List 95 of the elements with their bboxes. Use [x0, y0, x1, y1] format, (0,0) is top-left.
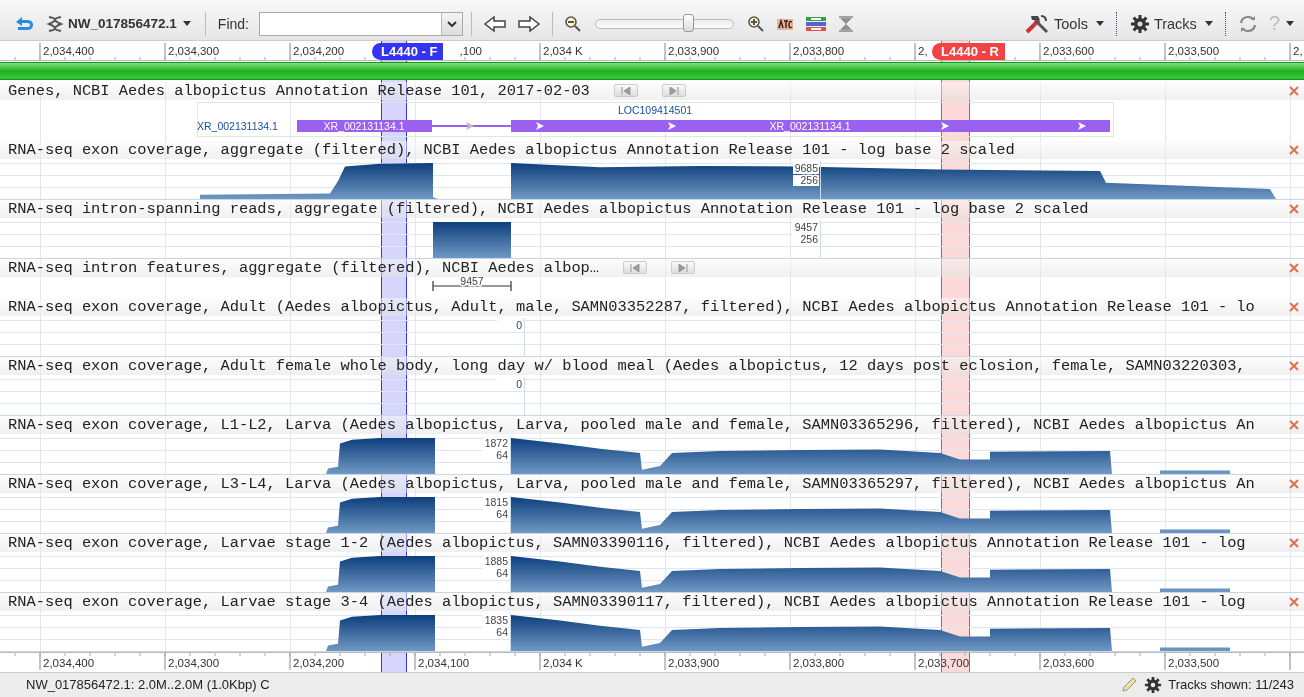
- ruler-label: 2,: [1293, 44, 1303, 57]
- ruler-label: ,100: [459, 44, 482, 57]
- tools-menu[interactable]: Tools: [1020, 13, 1108, 34]
- caret-icon: [1204, 21, 1213, 27]
- tracks-menu[interactable]: Tracks: [1125, 13, 1217, 34]
- next-page-button[interactable]: [661, 84, 686, 98]
- transcript-label[interactable]: XR_002131134.1: [769, 119, 851, 132]
- settings-icon: [1129, 13, 1150, 34]
- caret-icon[interactable]: [446, 20, 457, 27]
- scale-label: 1835: [484, 613, 508, 626]
- scale-label: 1872: [484, 436, 508, 449]
- ruler-label: 2,034,400: [43, 656, 95, 669]
- ruler-label: 2,034,400: [43, 44, 95, 57]
- ruler-label: 2,033,900: [668, 656, 720, 669]
- close-icon[interactable]: [1287, 535, 1301, 550]
- sequence-dropdown[interactable]: NW_017856472.1: [68, 16, 191, 32]
- sequence-icon: [46, 13, 64, 34]
- scale-label: 64: [496, 507, 508, 520]
- scale-label: 9457: [794, 220, 818, 233]
- skip-forward-icon: [668, 86, 679, 95]
- strand-arrow-icon: [668, 121, 676, 130]
- scale-label: 64: [496, 448, 508, 461]
- ruler-label: 2,034 K: [543, 656, 583, 669]
- scale-label: 0: [516, 318, 522, 331]
- marker-label[interactable]: L4440 - R: [932, 42, 1005, 60]
- track-title: RNA-seq exon coverage, Larvae stage 3-4 (Aedes albopictus, SAMN03390117, filtered), NCBI Aedes albopictus Annotation Release 101 - log: [8, 592, 1246, 611]
- track-title: RNA-seq exon coverage, Adult female whole body, long day w/ blood meal (Aedes albopictus, 12 days post eclosion, female, SAMN03220303,: [8, 356, 1246, 375]
- strand-arrow-icon: [466, 121, 474, 130]
- ruler-label: 2,033,800: [793, 44, 845, 57]
- track-title: RNA-seq exon coverage, L3-L4, Larva (Aedes albopictus, Larva, pooled male and female, SAMN03365297, filtered), NCBI Aedes albopictus An: [8, 474, 1255, 493]
- close-icon[interactable]: [1287, 260, 1301, 275]
- track-title: RNA-seq exon coverage, Larvae stage 1-2 (Aedes albopictus, SAMN03390116, filtered), NCBI Aedes albopictus Annotation Release 101 - log: [8, 533, 1246, 552]
- skip-back-icon: [630, 263, 641, 272]
- ruler-label: 2,033,600: [1043, 44, 1095, 57]
- ruler-label: 2,033,500: [1168, 656, 1220, 669]
- caret-icon: [1286, 21, 1294, 27]
- ruler-label: 2,034,300: [168, 656, 220, 669]
- track-title: RNA-seq intron features, aggregate (filtered), NCBI Aedes albop…: [8, 258, 600, 277]
- edit-icon[interactable]: [1120, 675, 1139, 694]
- exon-bar[interactable]: [297, 119, 432, 132]
- transcript-label[interactable]: XR_002131134.1: [323, 119, 405, 132]
- ruler-label: 2,033,800: [793, 656, 845, 669]
- ruler-label: 2,034 K: [543, 44, 583, 57]
- scale-label: 1885: [484, 554, 508, 567]
- close-icon[interactable]: [1287, 299, 1301, 314]
- ruler-label: 2,034,200: [293, 656, 345, 669]
- tracks-shown-text: Tracks shown: 11/243: [1168, 677, 1294, 693]
- find-label: Find:: [217, 15, 249, 32]
- feature-label: 9457: [460, 276, 484, 287]
- caret-icon: [1095, 21, 1104, 27]
- scale-label: 9685: [794, 161, 818, 174]
- ruler-label: 2,034,300: [168, 44, 220, 57]
- track-title: RNA-seq exon coverage, L1-L2, Larva (Aedes albopictus, Larva, pooled male and female, SAMN03365296, filtered), NCBI Aedes albopictus An: [8, 415, 1255, 434]
- strand-arrow-icon: [536, 121, 544, 130]
- ruler-label: 2,033,600: [1043, 656, 1095, 669]
- ruler-label: 2,: [918, 44, 928, 57]
- scale-label: 256: [800, 232, 818, 245]
- scale-label: 1815: [484, 495, 508, 508]
- close-icon[interactable]: [1287, 417, 1301, 432]
- gene-label[interactable]: LOC109414501: [617, 103, 693, 116]
- overview-bar[interactable]: [0, 61, 1304, 80]
- close-icon[interactable]: [1287, 476, 1301, 491]
- previous-page-button[interactable]: [623, 261, 648, 275]
- strand-arrow-icon: [941, 121, 949, 130]
- strand-arrow-icon: [1078, 121, 1086, 130]
- close-icon[interactable]: [1287, 83, 1301, 98]
- exon-bar[interactable]: [511, 119, 1110, 132]
- ruler-label: 2,034,100: [418, 656, 470, 669]
- scale-label: 64: [496, 625, 508, 638]
- skip-forward-icon: [678, 263, 689, 272]
- close-icon[interactable]: [1287, 594, 1301, 609]
- close-icon[interactable]: [1287, 142, 1301, 157]
- ruler-label: 2,034,200: [293, 44, 345, 57]
- skip-back-icon: [620, 86, 631, 95]
- track-title: RNA-seq intron-spanning reads, aggregate (filtered), NCBI Aedes albopictus Annotation Release 101 - log base 2 scaled: [8, 199, 1089, 218]
- ruler-label: 2,033,500: [1168, 44, 1220, 57]
- scale-label: 0: [516, 377, 522, 390]
- track-title: RNA-seq exon coverage, aggregate (filtered), NCBI Aedes albopictus Annotation Release 101 - log base 2 scaled: [8, 140, 1015, 159]
- marker-label[interactable]: L4440 - F: [372, 42, 444, 60]
- transcript-label[interactable]: XR_002131134.1: [197, 119, 278, 132]
- track-title: Genes, NCBI Aedes albopictus Annotation Release 101, 2017-02-03: [8, 81, 590, 100]
- next-page-button[interactable]: [671, 261, 696, 275]
- caret-icon: [182, 21, 191, 27]
- slider-thumb[interactable]: [682, 13, 694, 32]
- location-text: NW_017856472.1: 2.0M..2.0M (1.0Kbp) C: [26, 677, 270, 693]
- find-field[interactable]: [258, 11, 463, 36]
- ruler-label: 2,033,900: [668, 44, 720, 57]
- track-title: RNA-seq exon coverage, Adult (Aedes albopictus, Adult, male, SAMN03352287, filtered), NCBI Aedes albopictus Annotation Release 101 - lo: [8, 297, 1255, 316]
- scale-label: 256: [800, 173, 818, 186]
- close-icon[interactable]: [1287, 358, 1301, 373]
- previous-page-button[interactable]: [613, 84, 638, 98]
- settings-icon[interactable]: [1144, 675, 1163, 694]
- tools-icon: [1024, 13, 1051, 34]
- close-icon[interactable]: [1287, 201, 1301, 216]
- scale-label: 64: [496, 566, 508, 579]
